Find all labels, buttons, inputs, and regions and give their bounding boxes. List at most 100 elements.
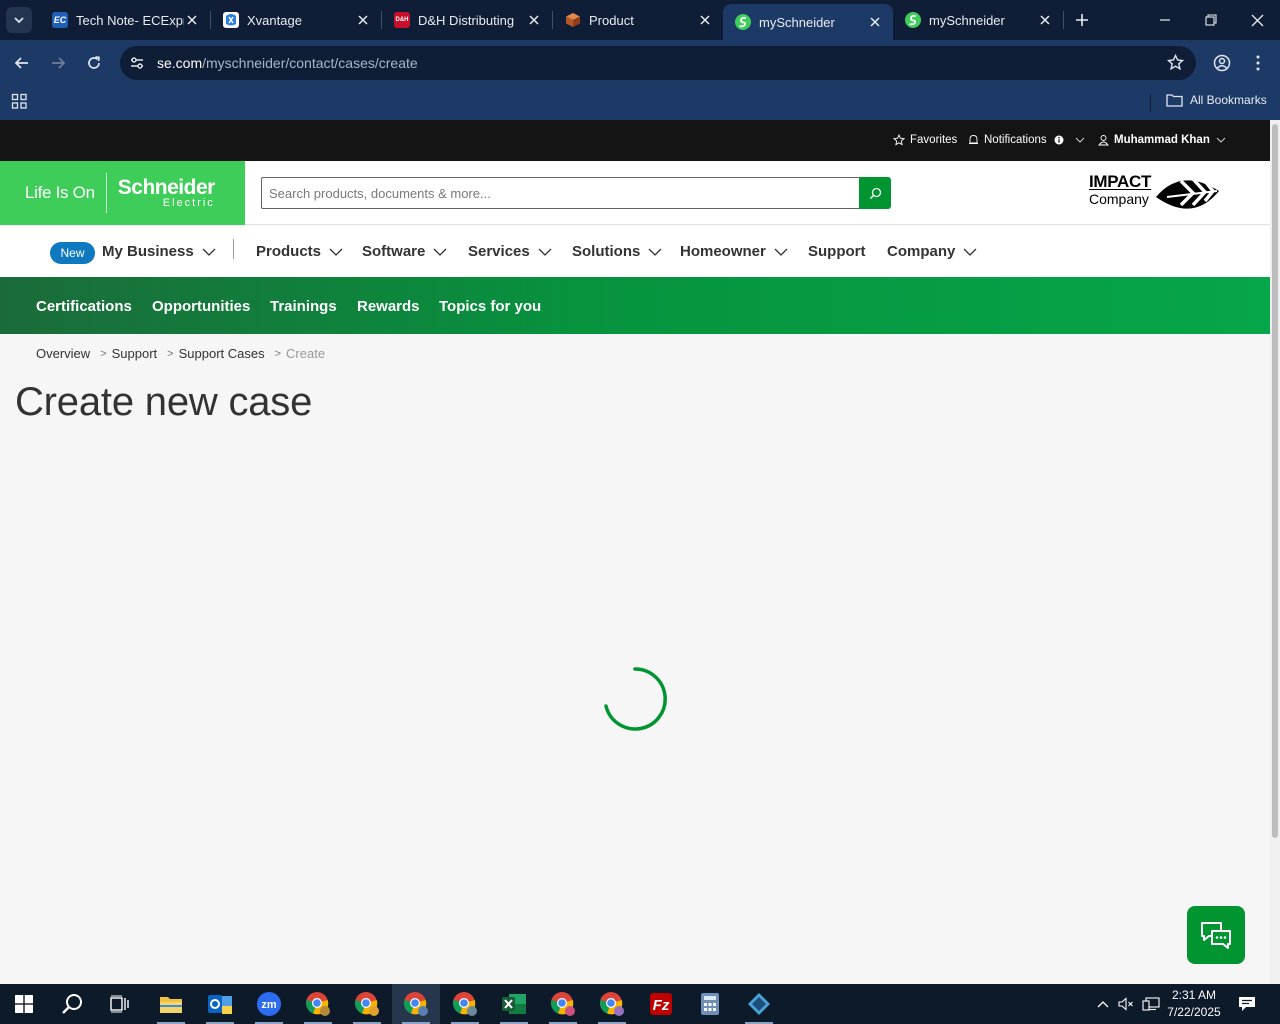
- bookmarks-divider: [1150, 94, 1151, 112]
- forward-button[interactable]: [40, 45, 76, 81]
- chevron-up-icon: [1097, 1001, 1109, 1008]
- address-bar[interactable]: se.com/myschneider/contact/cases/create: [120, 46, 1196, 80]
- nav-my-business[interactable]: My Business: [102, 243, 216, 260]
- profile-button[interactable]: [1204, 45, 1240, 81]
- chrome-icon: [453, 992, 477, 1016]
- browser-tab-6[interactable]: mySchneider: [893, 0, 1063, 40]
- tab-search-button[interactable]: [6, 7, 32, 33]
- new-tab-button[interactable]: [1068, 6, 1096, 34]
- subnav-trainings[interactable]: Trainings: [270, 298, 337, 315]
- profile-icon: [1213, 54, 1231, 72]
- user-menu[interactable]: Muhammad Khan: [1098, 134, 1231, 146]
- tab-title: D&H Distributing: [418, 12, 515, 28]
- page-scrollbar[interactable]: [1270, 120, 1280, 984]
- nav-products[interactable]: Products: [256, 243, 343, 260]
- taskbar-calculator[interactable]: [686, 984, 734, 1024]
- breadcrumb-current: Create: [286, 346, 326, 361]
- taskbar-chrome-profile-5[interactable]: [539, 984, 587, 1024]
- chevron-down-icon: [202, 248, 216, 256]
- close-tab-icon[interactable]: [355, 12, 371, 28]
- nav-label: Company: [887, 243, 956, 260]
- restore-icon: [1205, 14, 1217, 26]
- close-tab-icon[interactable]: [697, 12, 713, 28]
- browser-tab-4[interactable]: Product: [553, 0, 723, 40]
- impact-company-logo[interactable]: IMPACT Company: [1089, 171, 1223, 217]
- browser-tab-bar: EC Tech Note- ECExpr Xvantage D&H D&H Di…: [0, 0, 1280, 40]
- search-button[interactable]: [859, 177, 891, 209]
- reload-button[interactable]: [76, 45, 112, 81]
- arrow-right-icon: [52, 57, 66, 69]
- minimize-button[interactable]: [1142, 0, 1188, 40]
- subnav-certifications[interactable]: Certifications: [36, 298, 132, 315]
- taskbar-filezilla[interactable]: Fz: [637, 984, 685, 1024]
- close-tab-icon[interactable]: [526, 12, 542, 28]
- nav-company[interactable]: Company: [887, 243, 977, 260]
- taskbar-chrome-profile-4[interactable]: [441, 984, 489, 1024]
- nav-services[interactable]: Services: [468, 243, 552, 260]
- show-hidden-icons-button[interactable]: [1094, 984, 1112, 1024]
- tab-title: mySchneider: [929, 12, 1005, 28]
- browser-tab-5-active[interactable]: mySchneider: [723, 4, 893, 40]
- chevron-down-icon: [329, 248, 343, 256]
- breadcrumb: Overview > Support > Support Cases > Cre…: [36, 346, 325, 361]
- nav-support[interactable]: Support: [808, 243, 866, 260]
- all-bookmarks-button[interactable]: All Bookmarks: [1166, 93, 1267, 107]
- favorites-link[interactable]: Favorites: [893, 134, 957, 146]
- notifications-label: Notifications: [984, 134, 1047, 146]
- url-path: /myschneider/contact/cases/create: [202, 55, 418, 71]
- apps-grid-icon[interactable]: [11, 93, 28, 115]
- taskbar-chrome-profile-2[interactable]: [343, 984, 391, 1024]
- back-button[interactable]: [4, 45, 40, 81]
- bookmark-star-icon[interactable]: [1166, 53, 1185, 76]
- favorites-label: Favorites: [910, 134, 958, 146]
- nav-solutions[interactable]: Solutions: [572, 243, 662, 260]
- breadcrumb-support-cases[interactable]: Support Cases: [179, 346, 265, 361]
- taskbar-excel[interactable]: [490, 984, 538, 1024]
- chat-support-button[interactable]: [1187, 906, 1245, 964]
- task-view-button[interactable]: [96, 984, 144, 1024]
- taskbar-search-button[interactable]: [48, 984, 96, 1024]
- loading-spinner-icon: [604, 667, 667, 731]
- brand-name: Schneider: [117, 175, 216, 199]
- taskbar-app-diamond[interactable]: [735, 984, 783, 1024]
- taskbar-chrome-profile-3-active[interactable]: [392, 984, 440, 1024]
- taskbar-file-explorer[interactable]: [147, 984, 195, 1024]
- search-input[interactable]: [261, 177, 859, 209]
- browser-menu-button[interactable]: [1240, 45, 1276, 81]
- restore-button[interactable]: [1188, 0, 1234, 40]
- close-tab-icon[interactable]: [1037, 12, 1053, 28]
- browser-tab-3[interactable]: D&H D&H Distributing: [382, 0, 552, 40]
- browser-tab-1[interactable]: EC Tech Note- ECExpr: [40, 0, 210, 40]
- schneider-logo[interactable]: Life Is On Schneider Electric: [0, 161, 245, 225]
- browser-tab-2[interactable]: Xvantage: [211, 0, 381, 40]
- chrome-icon: [551, 992, 575, 1016]
- close-window-button[interactable]: [1234, 0, 1280, 40]
- close-tab-icon[interactable]: [867, 14, 883, 30]
- subnav-rewards[interactable]: Rewards: [357, 298, 420, 315]
- network-button[interactable]: [1140, 984, 1162, 1024]
- breadcrumb-support[interactable]: Support: [112, 346, 158, 361]
- taskbar-outlook[interactable]: [196, 984, 244, 1024]
- info-badge-icon: [1054, 135, 1064, 145]
- volume-button[interactable]: [1116, 984, 1136, 1024]
- taskbar-zoom[interactable]: zm: [245, 984, 293, 1024]
- site-info-button[interactable]: [120, 46, 154, 80]
- nav-homeowner[interactable]: Homeowner: [680, 243, 788, 260]
- user-name: Muhammad Khan: [1114, 134, 1210, 146]
- start-button[interactable]: [0, 984, 48, 1024]
- taskbar-clock[interactable]: 2:31 AM 7/22/2025: [1162, 987, 1226, 1021]
- xvantage-favicon-icon: [223, 12, 239, 28]
- taskbar-chrome-profile-6[interactable]: [588, 984, 636, 1024]
- chat-bubbles-icon: [1201, 922, 1231, 949]
- scrollbar-thumb[interactable]: [1272, 124, 1278, 838]
- breadcrumb-overview[interactable]: Overview: [36, 346, 90, 361]
- nav-label: Solutions: [572, 243, 641, 260]
- subnav-opportunities[interactable]: Opportunities: [152, 298, 250, 315]
- notifications-menu[interactable]: Notifications: [968, 134, 1090, 146]
- taskbar-chrome-profile-1[interactable]: [294, 984, 342, 1024]
- volume-muted-icon: [1118, 997, 1133, 1011]
- subnav-topics-for-you[interactable]: Topics for you: [439, 298, 541, 315]
- close-tab-icon[interactable]: [184, 12, 200, 28]
- nav-software[interactable]: Software: [362, 243, 447, 260]
- notification-center-button[interactable]: [1234, 984, 1260, 1024]
